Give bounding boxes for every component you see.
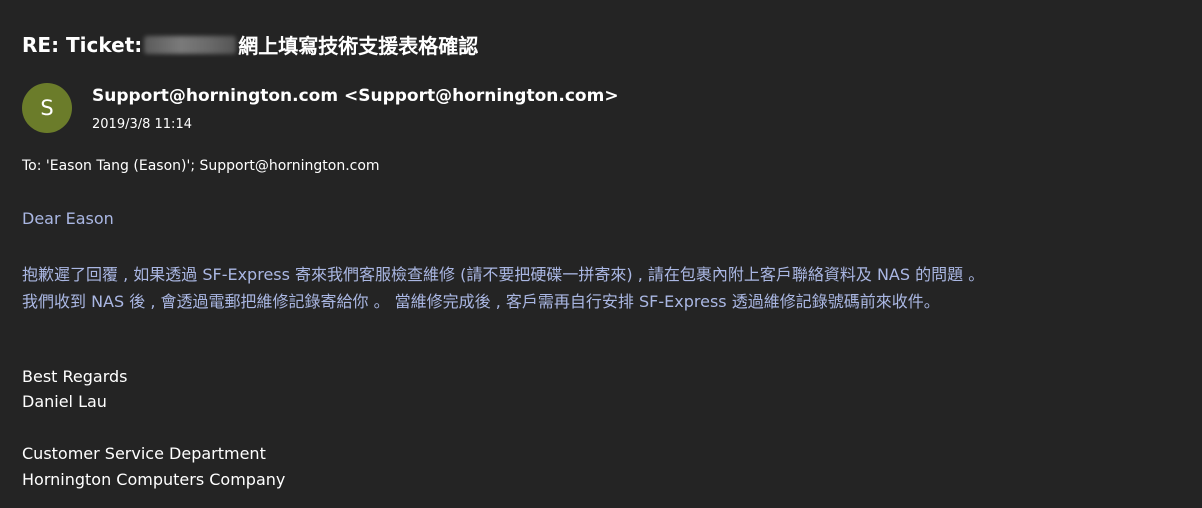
sender-name[interactable]: Support@hornington.com <Support@horningt… [92,86,619,106]
sender-avatar[interactable]: S [22,83,72,133]
redacted-ticket-number [144,35,237,54]
signature-name: Daniel Lau [22,392,107,411]
subject-suffix: 網上填寫技術支援表格確認 [238,34,479,58]
signature-closing: Best Regards [22,367,128,386]
email-body-line: 抱歉遲了回覆 , 如果透過 SF-Express 寄來我們客服檢查維修 (請不要… [22,265,985,284]
email-reading-pane: RE: Ticket: 網上填寫技術支援表格確認 S Support@horni… [0,0,1202,508]
signature-company: Hornington Computers Company [22,470,286,489]
email-subject: RE: Ticket: 網上填寫技術支援表格確認 [22,30,478,59]
recipients-line: To: 'Eason Tang (Eason)'; Support@hornin… [22,158,380,174]
sent-date: 2019/3/8 11:14 [92,117,192,132]
subject-prefix: RE: Ticket: [22,32,143,57]
avatar-letter: S [40,96,54,120]
signature-department: Customer Service Department [22,444,266,463]
email-greeting: Dear Eason [22,209,114,228]
email-body-line: 我們收到 NAS 後 , 會透過電郵把維修記錄寄給你 。 當維修完成後 , 客戶… [22,292,940,311]
